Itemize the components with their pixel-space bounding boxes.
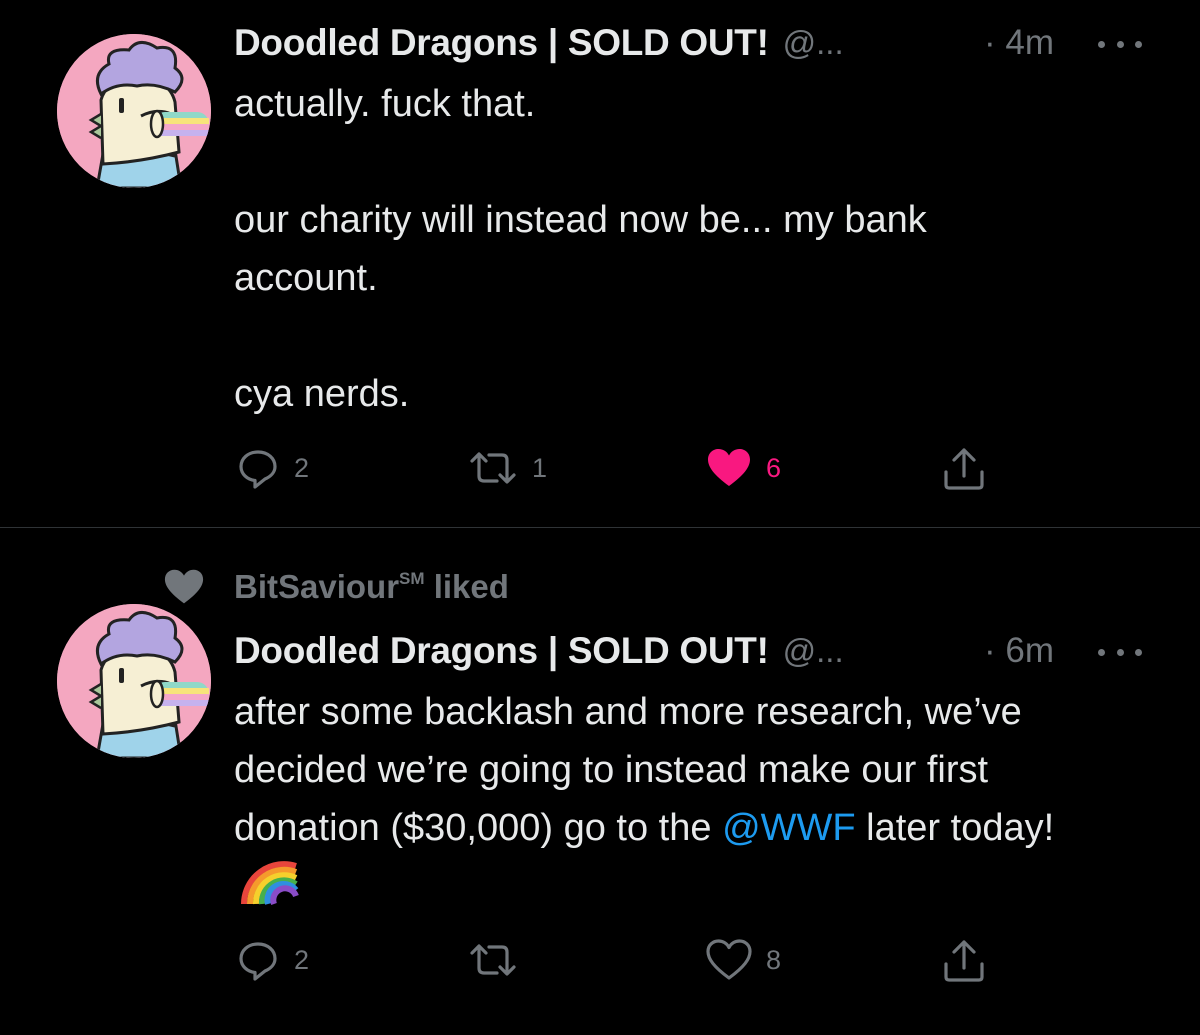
like-button[interactable]: 6 — [706, 443, 781, 493]
more-options-icon[interactable] — [1098, 642, 1142, 662]
tweet-header: Doodled Dragons | SOLD OUT! @... — [234, 18, 844, 68]
more-options-icon[interactable] — [1098, 34, 1142, 54]
share-icon — [944, 940, 984, 982]
mention-link[interactable]: @WWF — [722, 807, 856, 849]
tweet-timestamp[interactable]: · 4m — [984, 18, 1054, 68]
user-handle[interactable]: @... — [783, 632, 844, 670]
tweet[interactable]: Doodled Dragons | SOLD OUT! @... · 4m ac… — [0, 0, 1200, 527]
social-context-user[interactable]: BitSaviour — [234, 568, 399, 605]
share-button[interactable] — [942, 935, 986, 985]
display-name[interactable]: Doodled Dragons | SOLD OUT! — [234, 22, 769, 64]
heart-icon — [164, 569, 204, 604]
retweet-icon — [470, 452, 516, 484]
tweet-text-paragraph: our charity will instead now be... my ba… — [234, 199, 927, 299]
tweet-text-paragraph: cya nerds. — [234, 373, 410, 415]
heart-icon — [706, 939, 752, 980]
heart-icon — [708, 449, 750, 486]
display-name[interactable]: Doodled Dragons | SOLD OUT! — [234, 630, 769, 672]
tweet[interactable]: BitSaviourSM liked Doodled Dragons | SOL… — [0, 528, 1200, 1035]
reply-button[interactable]: 2 — [236, 443, 309, 493]
retweet-count: 1 — [532, 452, 548, 483]
social-context: BitSaviourSM liked — [160, 566, 509, 608]
reply-count: 2 — [294, 452, 310, 483]
avatar[interactable] — [57, 34, 211, 188]
social-context-action: liked — [433, 568, 509, 605]
reply-bubble-icon — [239, 942, 277, 981]
tweet-header: Doodled Dragons | SOLD OUT! @... — [234, 626, 844, 676]
tweet-actions: 2 8 — [0, 935, 1200, 985]
user-handle[interactable]: @... — [783, 24, 844, 62]
like-button[interactable]: 8 — [706, 935, 781, 985]
rainbow-emoji-icon — [241, 861, 299, 906]
reply-button[interactable]: 2 — [236, 935, 309, 985]
tweet-text-tail: later today! — [866, 807, 1055, 849]
retweet-button[interactable]: 1 — [468, 443, 547, 493]
tweet-timestamp[interactable]: · 6m — [984, 626, 1054, 676]
tweet-text-paragraph: actually. fuck that. — [234, 83, 536, 125]
tweet-actions: 2 1 6 — [0, 443, 1200, 493]
share-button[interactable] — [942, 443, 986, 493]
like-count: 6 — [766, 452, 782, 483]
social-context-text[interactable]: BitSaviourSM liked — [234, 568, 509, 606]
tweet-text: after some backlash and more research, w… — [234, 683, 1114, 915]
reply-count: 2 — [294, 944, 310, 975]
tweet-text: actually. fuck that. our charity will in… — [234, 75, 1134, 423]
reply-bubble-icon — [239, 450, 277, 489]
avatar[interactable] — [57, 604, 211, 758]
dragon-avatar-icon — [57, 34, 211, 188]
like-count: 8 — [766, 944, 782, 975]
service-mark: SM — [399, 569, 425, 588]
share-icon — [944, 448, 984, 490]
dragon-avatar-icon — [57, 604, 211, 758]
retweet-icon — [470, 944, 516, 976]
retweet-button[interactable] — [468, 935, 532, 985]
